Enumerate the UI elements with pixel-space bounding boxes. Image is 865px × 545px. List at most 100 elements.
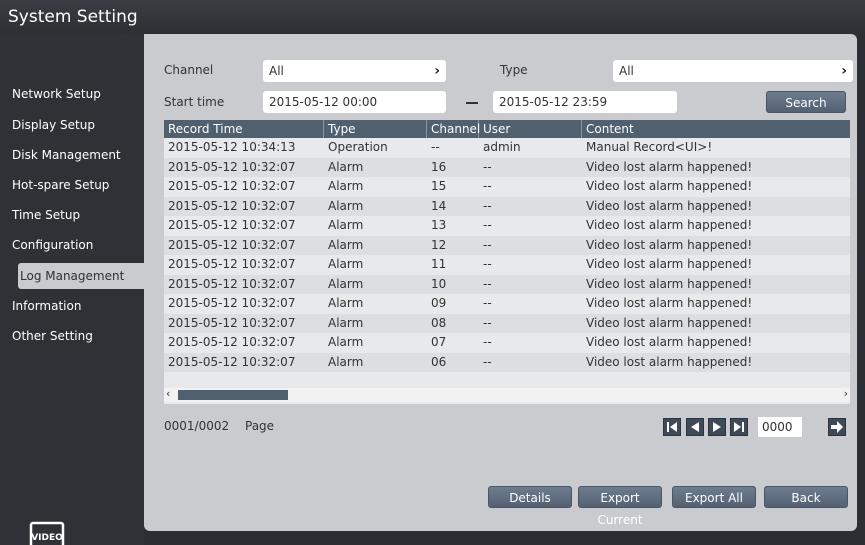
scroll-left-icon[interactable]: ‹ bbox=[166, 387, 170, 400]
prev-page-icon bbox=[691, 422, 699, 432]
sidebar-item-log-management[interactable]: Log Management bbox=[18, 263, 144, 289]
cell-record-time: 2015-05-12 10:32:07 bbox=[168, 296, 296, 310]
cell-record-time: 2015-05-12 10:32:07 bbox=[168, 237, 296, 252]
horizontal-scrollbar[interactable]: ‹ › bbox=[164, 387, 850, 402]
sidebar-item-display-setup[interactable]: Display Setup bbox=[0, 112, 144, 138]
export-all-button[interactable]: Export All bbox=[672, 486, 756, 508]
cell-channel: 10 bbox=[431, 276, 447, 291]
cell-user: admin bbox=[483, 140, 521, 154]
type-select[interactable]: All › bbox=[613, 60, 853, 82]
go-page-button[interactable] bbox=[828, 418, 846, 436]
cell-content: Video lost alarm happened! bbox=[586, 296, 753, 310]
channel-select[interactable]: All › bbox=[263, 60, 446, 82]
cell-record-time: 2015-05-12 10:32:07 bbox=[168, 257, 296, 271]
table-row[interactable]: 2015-05-12 10:32:07 Alarm 12 -- Video lost a… bbox=[164, 235, 850, 255]
last-page-button[interactable] bbox=[730, 418, 748, 436]
page-number-input[interactable]: 0000 bbox=[758, 417, 802, 437]
chevron-right-icon: › bbox=[841, 63, 847, 79]
cell-type: Operation bbox=[328, 140, 388, 154]
table-row[interactable]: 2015-05-12 10:32:07 Alarm 11 -- Video lost a… bbox=[164, 255, 850, 275]
sidebar-item-time-setup[interactable]: Time Setup bbox=[0, 202, 144, 228]
scroll-right-icon[interactable]: › bbox=[844, 387, 848, 400]
first-page-button[interactable] bbox=[663, 418, 681, 436]
cell-type: Alarm bbox=[328, 315, 364, 330]
table-row[interactable]: 2015-05-12 10:32:07 Alarm 14 -- Video lost a… bbox=[164, 196, 850, 216]
cell-content: Manual Record<UI>! bbox=[586, 140, 713, 154]
cell-channel: 07 bbox=[431, 335, 447, 349]
table-header: Record Time Type Channel User Content bbox=[164, 120, 850, 138]
cell-channel: 15 bbox=[431, 179, 447, 193]
column-header-record-time[interactable]: Record Time bbox=[164, 120, 324, 138]
chevron-right-icon: › bbox=[434, 63, 440, 79]
sidebar-item-network-setup[interactable]: Network Setup bbox=[0, 81, 144, 107]
cell-channel: 16 bbox=[431, 159, 447, 174]
column-header-type[interactable]: Type bbox=[324, 120, 427, 138]
table-row[interactable]: 2015-05-12 10:32:07 Alarm 08 -- Video lost a… bbox=[164, 313, 850, 333]
channel-label: Channel bbox=[164, 63, 214, 77]
table-row[interactable]: 2015-05-12 10:32:07 Alarm 10 -- Video lost a… bbox=[164, 274, 850, 294]
cell-content: Video lost alarm happened! bbox=[586, 237, 753, 252]
cell-record-time: 2015-05-12 10:32:07 bbox=[168, 218, 296, 232]
table-row[interactable]: 2015-05-12 10:32:07 Alarm 06 -- Video lost a… bbox=[164, 352, 850, 372]
table-row[interactable]: 2015-05-12 10:32:07 Alarm 13 -- Video lost a… bbox=[164, 216, 850, 236]
sidebar-item-information[interactable]: Information bbox=[0, 293, 144, 319]
table-row[interactable]: 2015-05-12 10:32:07 Alarm 09 -- Video lost a… bbox=[164, 294, 850, 314]
cell-type: Alarm bbox=[328, 218, 364, 232]
scrollbar-thumb[interactable] bbox=[178, 390, 288, 400]
cell-user: -- bbox=[483, 257, 492, 271]
next-page-button[interactable] bbox=[708, 418, 726, 436]
last-page-icon bbox=[734, 422, 744, 432]
cell-content: Video lost alarm happened! bbox=[586, 335, 753, 349]
start-time-input[interactable]: 2015-05-12 00:00 bbox=[263, 91, 446, 113]
sidebar-item-hot-spare-setup[interactable]: Hot-spare Setup bbox=[0, 172, 144, 198]
cell-user: -- bbox=[483, 218, 492, 232]
cell-type: Alarm bbox=[328, 159, 364, 174]
cell-user: -- bbox=[483, 354, 492, 369]
table-row[interactable]: 2015-05-12 10:34:13 Operation -- admin Manua… bbox=[164, 138, 850, 158]
export-current-button[interactable]: Export Current bbox=[578, 486, 662, 527]
details-button[interactable]: Details bbox=[488, 486, 572, 508]
sidebar-item-other-setting[interactable]: Other Setting bbox=[0, 323, 144, 349]
cell-record-time: 2015-05-12 10:32:07 bbox=[168, 276, 296, 291]
sidebar: Network Setup Display Setup Disk Managem… bbox=[0, 34, 144, 545]
cell-user: -- bbox=[483, 179, 492, 193]
cell-content: Video lost alarm happened! bbox=[586, 257, 753, 271]
cell-type: Alarm bbox=[328, 179, 364, 193]
prev-page-button[interactable] bbox=[686, 418, 704, 436]
cell-user: -- bbox=[483, 198, 492, 213]
cell-record-time: 2015-05-12 10:32:07 bbox=[168, 335, 296, 349]
cell-type: Alarm bbox=[328, 276, 364, 291]
arrow-right-icon bbox=[831, 421, 843, 433]
sidebar-item-configuration[interactable]: Configuration bbox=[0, 232, 144, 258]
table-row[interactable]: 2015-05-12 10:32:07 Alarm 16 -- Video lost a… bbox=[164, 157, 850, 177]
column-header-user[interactable]: User bbox=[479, 120, 582, 138]
back-button[interactable]: Back bbox=[764, 486, 848, 508]
column-header-channel[interactable]: Channel bbox=[427, 120, 480, 138]
cell-record-time: 2015-05-12 10:32:07 bbox=[168, 198, 296, 213]
cell-user: -- bbox=[483, 237, 492, 252]
cell-type: Alarm bbox=[328, 198, 364, 213]
cell-record-time: 2015-05-12 10:32:07 bbox=[168, 159, 296, 174]
search-button[interactable]: Search bbox=[766, 91, 846, 113]
cell-channel: 06 bbox=[431, 354, 447, 369]
cell-channel: 14 bbox=[431, 198, 447, 213]
cell-content: Video lost alarm happened! bbox=[586, 354, 753, 369]
cell-record-time: 2015-05-12 10:32:07 bbox=[168, 179, 296, 193]
cell-type: Alarm bbox=[328, 335, 364, 349]
cell-type: Alarm bbox=[328, 237, 364, 252]
cell-user: -- bbox=[483, 335, 492, 349]
type-select-value: All bbox=[619, 64, 634, 78]
table-row[interactable]: 2015-05-12 10:32:07 Alarm 15 -- Video lost a… bbox=[164, 177, 850, 197]
cell-channel: -- bbox=[431, 140, 440, 154]
column-header-content[interactable]: Content bbox=[582, 120, 850, 138]
cell-content: Video lost alarm happened! bbox=[586, 276, 753, 291]
page-counter: 0001/0002 bbox=[164, 419, 230, 433]
cell-user: -- bbox=[483, 315, 492, 330]
table-row[interactable]: 2015-05-12 10:32:07 Alarm 07 -- Video lost a… bbox=[164, 333, 850, 353]
end-time-input[interactable]: 2015-05-12 23:59 bbox=[493, 91, 677, 113]
sidebar-item-disk-management[interactable]: Disk Management bbox=[0, 142, 144, 168]
svg-text:VIDEO: VIDEO bbox=[31, 533, 63, 543]
next-page-icon bbox=[713, 422, 721, 432]
cell-user: -- bbox=[483, 159, 492, 174]
cell-channel: 09 bbox=[431, 296, 447, 310]
